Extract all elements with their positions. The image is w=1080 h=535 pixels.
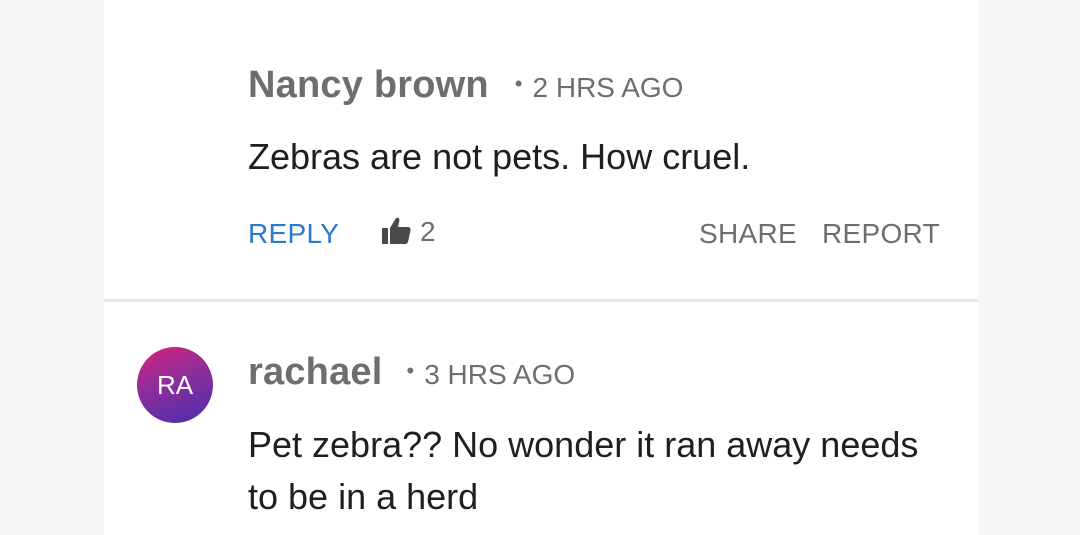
comment-header: Nancy brown • 2 HRS AGO (248, 64, 683, 107)
comment-item: RA rachael • 3 HRS AGO Pet zebra?? No wo… (104, 302, 978, 535)
comment-text: Pet zebra?? No wonder it ran away needs … (248, 424, 919, 517)
avatar[interactable]: RA (137, 347, 213, 423)
share-button[interactable]: SHARE (699, 218, 797, 250)
comment-timestamp: 3 HRS AGO (424, 359, 576, 390)
comment-author[interactable]: rachael (248, 351, 383, 394)
like-count: 2 (420, 216, 436, 247)
comment-header: rachael • 3 HRS AGO (248, 351, 575, 394)
separator-dot: • (514, 71, 523, 96)
comment-timestamp: 2 HRS AGO (532, 72, 684, 103)
reply-button[interactable]: REPLY (248, 218, 339, 250)
thumbs-up-icon (380, 216, 412, 248)
comments-panel: Nancy brown • 2 HRS AGO Zebras are not p… (104, 0, 978, 535)
report-button[interactable]: REPORT (822, 218, 940, 250)
comment-item: Nancy brown • 2 HRS AGO Zebras are not p… (104, 0, 978, 300)
like-button[interactable]: 2 (380, 216, 436, 248)
separator-dot: • (406, 358, 415, 383)
comment-text: Zebras are not pets. How cruel. (248, 136, 751, 177)
comment-actions: REPLY 2 SHARE REPORT (248, 212, 940, 256)
comment-author[interactable]: Nancy brown (248, 64, 489, 107)
